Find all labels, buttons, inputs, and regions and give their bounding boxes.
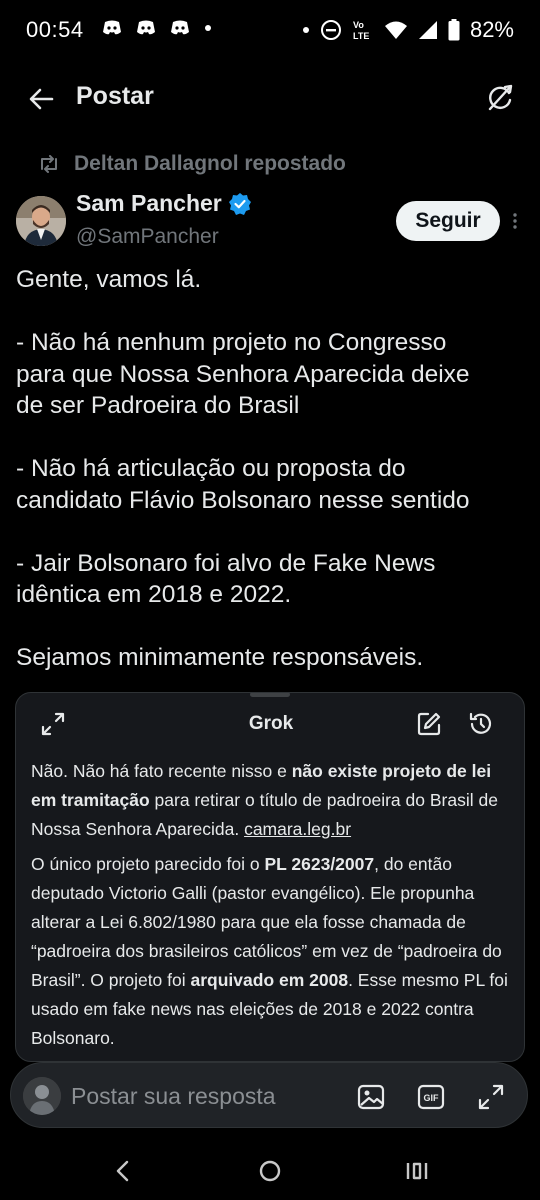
dot-icon — [205, 25, 211, 31]
follow-button[interactable]: Seguir — [396, 201, 500, 241]
author-avatar[interactable] — [16, 196, 66, 246]
signal-icon — [418, 21, 437, 39]
grok-card[interactable]: Grok Não. Não há fato recente nisso e nã… — [15, 692, 525, 1062]
system-icons: Vo LTE 82% — [302, 17, 514, 43]
post-line: - Não há nenhum projeto no Congresso — [16, 329, 447, 356]
back-arrow-icon[interactable] — [26, 84, 56, 114]
repost-icon — [41, 155, 57, 173]
page-title: Postar — [76, 82, 154, 110]
author-name[interactable]: Sam Pancher — [76, 190, 222, 217]
reply-bar: GIF — [10, 1062, 528, 1128]
post-line: de ser Padroeira do Brasil — [16, 392, 300, 419]
reply-input[interactable] — [71, 1081, 321, 1111]
post-line: Sejamos minimamente responsáveis. — [16, 644, 424, 671]
discord-icon — [103, 20, 121, 35]
image-icon[interactable] — [357, 1083, 385, 1111]
post-line: para que Nossa Senhora Aparecida deixe — [16, 360, 470, 388]
status-bar: 00:54 Vo LTE 82% — [0, 0, 540, 62]
grok-title: Grok — [248, 713, 294, 734]
svg-text:GIF: GIF — [424, 1093, 440, 1103]
expand-reply-icon[interactable] — [477, 1083, 505, 1111]
nav-home-icon[interactable] — [255, 1156, 285, 1186]
grok-paragraph: Não. Não há fato recente nisso e não exi… — [31, 761, 498, 839]
post-header: Postar — [0, 76, 540, 120]
grok-paragraph: O único projeto parecido foi o PL 2623/2… — [31, 854, 508, 1048]
wifi-icon — [384, 21, 407, 39]
more-options-icon[interactable] — [508, 206, 522, 236]
discord-icon — [137, 20, 155, 35]
discord-icon — [171, 20, 189, 35]
drag-handle[interactable] — [250, 693, 290, 697]
post-text: Gente, vamos lá. - Não há nenhum projeto… — [16, 264, 531, 674]
source-link[interactable]: camara.leg.br — [244, 819, 351, 839]
author-name-row[interactable]: Sam Pancher — [76, 190, 252, 217]
battery-icon — [448, 19, 460, 41]
post-line: - Não há articulação ou proposta do — [16, 455, 406, 482]
battery-percent: 82% — [469, 17, 514, 42]
gif-icon[interactable]: GIF — [417, 1083, 445, 1111]
refresh-icon[interactable] — [484, 82, 516, 114]
post-line: - Jair Bolsonaro foi alvo de Fake News — [16, 549, 436, 577]
volte-icon: VoLTE — [353, 20, 369, 41]
system-navigation-bar — [0, 1140, 540, 1200]
dot-icon — [302, 27, 309, 33]
svg-text:LTE: LTE — [353, 31, 369, 41]
user-avatar[interactable] — [23, 1077, 61, 1115]
author-handle[interactable]: @SamPancher — [76, 225, 219, 249]
nav-recents-icon[interactable] — [402, 1156, 432, 1186]
status-time: 00:54 — [26, 17, 84, 42]
dnd-icon — [320, 20, 341, 40]
history-icon[interactable] — [468, 711, 494, 737]
notification-icons — [102, 20, 212, 36]
grok-answer: Não. Não há fato recente nisso e não exi… — [31, 757, 516, 1059]
post-line: candidato Flávio Bolsonaro nesse sentido — [16, 486, 470, 514]
repost-indicator: Deltan Dallagnol repostado — [38, 152, 346, 176]
edit-icon[interactable] — [416, 711, 442, 737]
post-line: Gente, vamos lá. — [16, 266, 202, 293]
post-line: idêntica em 2018 e 2022. — [16, 581, 292, 608]
repost-text[interactable]: Deltan Dallagnol repostado — [74, 152, 346, 176]
svg-text:Vo: Vo — [353, 20, 364, 30]
nav-back-icon[interactable] — [108, 1156, 138, 1186]
verified-badge-icon — [228, 192, 251, 215]
